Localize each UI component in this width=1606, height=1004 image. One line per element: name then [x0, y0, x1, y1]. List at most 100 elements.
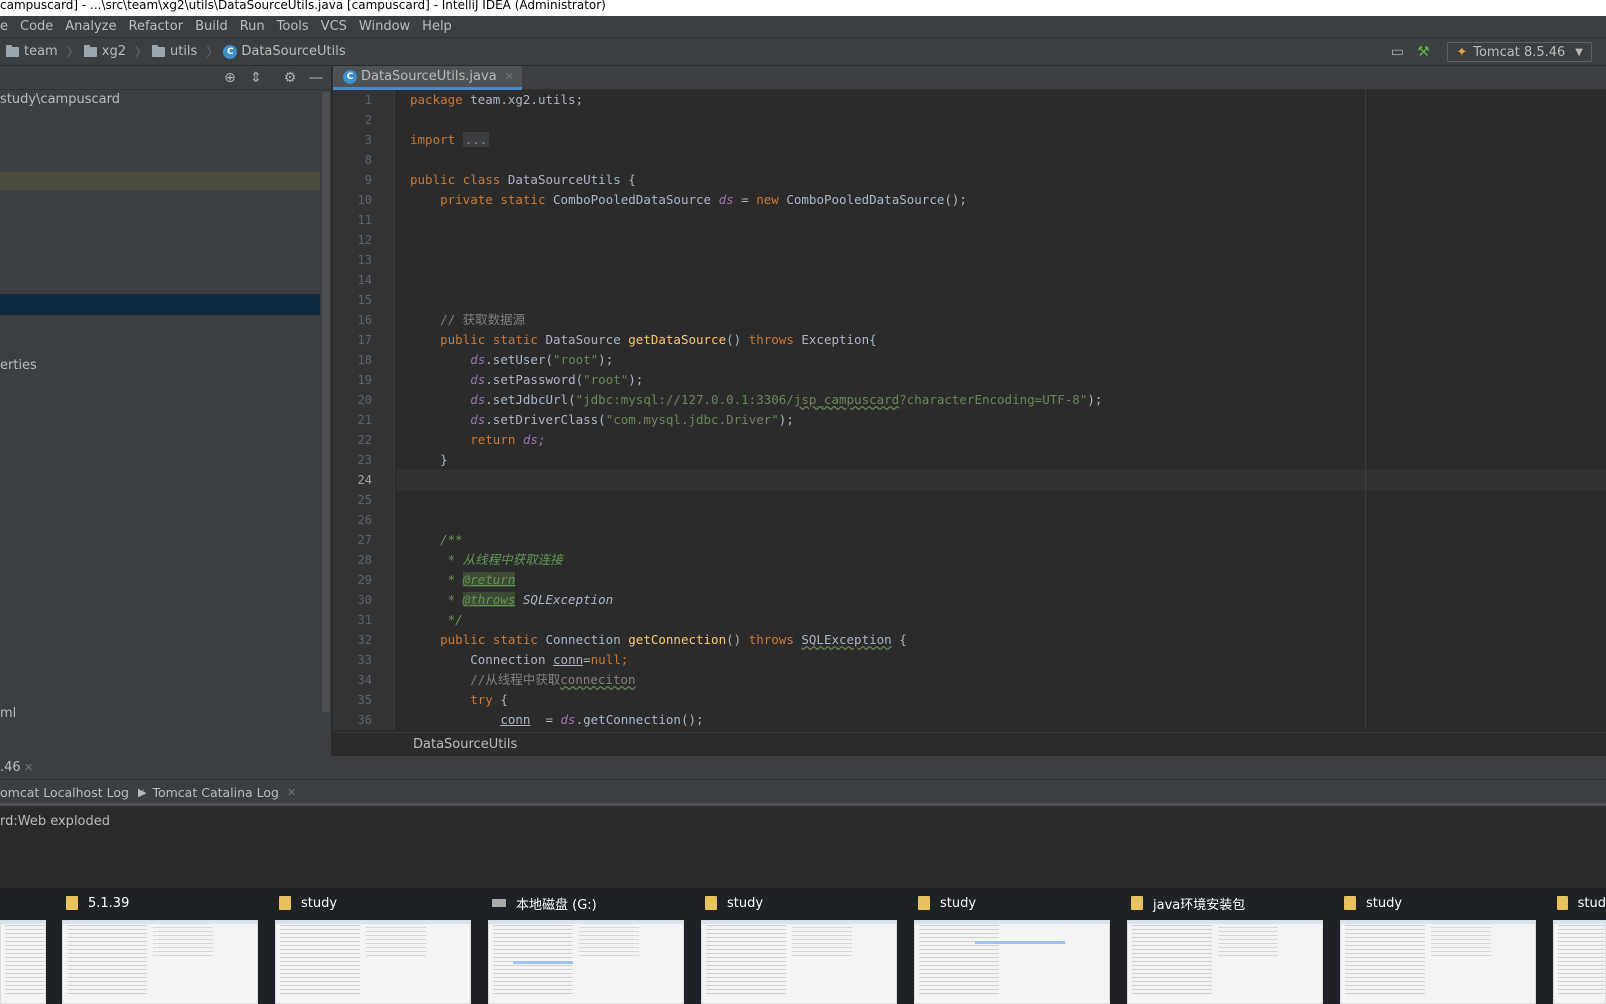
navigation-bar: team 〉 xg2 〉 utils 〉 C DataSourceUtils ▭… [0, 38, 1606, 66]
close-icon[interactable]: ✕ [24, 756, 33, 780]
tab-datasourceutils[interactable]: C DataSourceUtils.java ✕ [333, 66, 522, 90]
tab-tomcat-catalina-log[interactable]: ▶ Tomcat Catalina Log ✕ [138, 780, 296, 806]
tab-label: DataSourceUtils.java [361, 69, 497, 84]
hide-icon[interactable]: — [308, 70, 324, 86]
taskbar-preview-item[interactable]: java环境安装包 [1127, 888, 1323, 1004]
thumb-title: stud [1553, 888, 1606, 918]
tomcat-icon: ✦ [1456, 44, 1468, 60]
breadcrumb-xg2[interactable]: xg2 [83, 44, 126, 59]
editor-gutter: 1 2 3 8 9 10 11 12 13 14 15 16 17 18 19 … [333, 90, 395, 730]
menu-tools[interactable]: Tools [271, 19, 315, 34]
line-number: 26 [357, 513, 372, 527]
taskbar-preview-item[interactable]: 5.1.39 [62, 888, 258, 1004]
breadcrumb-label: DataSourceUtils [241, 44, 346, 59]
line-number: 30 [357, 593, 372, 607]
tab-tomcat-localhost-log[interactable]: omcat Localhost Log ✕ [0, 780, 146, 806]
thumb-title: study [275, 888, 471, 918]
window-title: campuscard] - ...\src\team\xg2\utils\Dat… [0, 0, 606, 12]
line-number: 23 [357, 453, 372, 467]
close-icon[interactable]: ✕ [505, 70, 514, 83]
menu-build[interactable]: Build [189, 19, 234, 34]
menu-window[interactable]: Window [353, 19, 416, 34]
gear-icon[interactable]: ⚙ [282, 70, 298, 86]
run-config-tab[interactable]: .46 [0, 756, 21, 780]
line-number: 22 [357, 433, 372, 447]
menu-bar: e Code Analyze Refactor Build Run Tools … [0, 16, 1606, 38]
editor-breadcrumb[interactable]: DataSourceUtils [333, 732, 1606, 756]
code-line-30: * @throws SQLException [440, 592, 614, 607]
breadcrumb-team[interactable]: team [6, 44, 58, 59]
code-line-31: */ [440, 612, 463, 627]
thumb-label: java环境安装包 [1153, 897, 1246, 913]
folder-icon [918, 896, 930, 910]
line-number-current: 24 [357, 473, 372, 487]
taskbar-preview-item[interactable]: study [275, 888, 471, 1004]
window-thumbnail [701, 920, 897, 1004]
code-editor[interactable]: package team.xg2.utils; import ... publi… [396, 90, 1606, 730]
line-number: 32 [357, 633, 372, 647]
menu-help[interactable]: Help [416, 19, 458, 34]
build-hammer-icon[interactable]: ⚒ [1415, 44, 1431, 60]
taskbar-preview-item[interactable]: stud [1553, 888, 1606, 1004]
taskbar-preview-item[interactable]: study [1340, 888, 1536, 1004]
code-line-28: * 从线程中获取连接 [440, 552, 563, 567]
line-number: 14 [357, 273, 372, 287]
menu-file-partial[interactable]: e [0, 19, 14, 34]
window-thumbnail [275, 920, 471, 1004]
collapse-all-icon[interactable]: ⇕ [248, 70, 264, 86]
menu-analyze[interactable]: Analyze [59, 19, 122, 34]
chevron-right-icon: 〉 [66, 45, 79, 59]
thumb-label: study [301, 895, 338, 911]
tree-row-selected[interactable] [0, 294, 320, 315]
layout-icon[interactable]: ▭ [1389, 44, 1405, 60]
taskbar-preview-strip: 5.1.39 study 本地磁盘 (G:) study study java环… [0, 888, 1606, 1004]
thumb-title: study [701, 888, 897, 918]
menu-run[interactable]: Run [234, 19, 271, 34]
menu-vcs[interactable]: VCS [315, 19, 353, 34]
code-line-16: // 获取数据源 [440, 312, 526, 327]
code-line-35: try { [470, 692, 508, 707]
taskbar-preview-item[interactable]: 本地磁盘 (G:) [488, 888, 684, 1004]
breadcrumb-utils[interactable]: utils [151, 44, 197, 59]
project-scrollbar[interactable] [322, 92, 330, 712]
code-line-1: package team.xg2.utils; [410, 92, 584, 107]
line-number: 9 [364, 173, 372, 187]
thumb-title: 本地磁盘 (G:) [488, 888, 684, 918]
folder-icon [6, 44, 19, 57]
taskbar-preview-item[interactable]: study [701, 888, 897, 1004]
thumb-label: study [727, 895, 764, 911]
line-number: 21 [357, 413, 372, 427]
run-console[interactable]: rd:Web exploded [0, 808, 1606, 888]
run-config-label: Tomcat 8.5.46 [1473, 44, 1566, 60]
taskbar-preview-item[interactable]: study [914, 888, 1110, 1004]
thumb-label: stud [1577, 895, 1606, 911]
line-number: 13 [357, 253, 372, 267]
locate-icon[interactable]: ⊕ [222, 70, 238, 86]
thumb-label: 本地磁盘 (G:) [516, 897, 597, 913]
menu-code[interactable]: Code [14, 19, 59, 34]
run-config-selector[interactable]: ✦ Tomcat 8.5.46 ▼ [1447, 42, 1592, 62]
window-thumbnail [62, 920, 258, 1004]
tree-row-highlighted[interactable] [0, 172, 320, 190]
window-thumbnail [488, 920, 684, 1004]
tree-item-properties[interactable]: erties [0, 356, 320, 376]
folder-icon [66, 896, 78, 910]
taskbar-preview-item[interactable] [0, 888, 46, 1004]
code-line-34: //从线程中获取conneciton [470, 672, 636, 687]
window-thumbnail [0, 920, 46, 1004]
thumb-label: study [940, 895, 977, 911]
breadcrumb-datasourceutils[interactable]: C DataSourceUtils [223, 44, 346, 59]
code-line-10: private static ComboPooledDataSource ds … [440, 192, 967, 207]
close-icon[interactable]: ✕ [287, 780, 296, 806]
code-line-17: public static DataSource getDataSource()… [440, 332, 877, 347]
run-window-header: .46 ✕ [0, 756, 1606, 780]
line-number: 1 [364, 93, 372, 107]
current-line-highlight [396, 470, 1606, 490]
run-tabs-bar: omcat Localhost Log ✕ ▶ Tomcat Catalina … [0, 780, 1606, 806]
tab-label: Tomcat Catalina Log [152, 785, 279, 800]
thumb-label: study [1366, 895, 1403, 911]
class-icon: C [343, 69, 357, 84]
tree-item-xml[interactable]: ml [0, 704, 320, 724]
tree-root-path[interactable]: study\campuscard [0, 90, 320, 110]
menu-refactor[interactable]: Refactor [123, 19, 190, 34]
